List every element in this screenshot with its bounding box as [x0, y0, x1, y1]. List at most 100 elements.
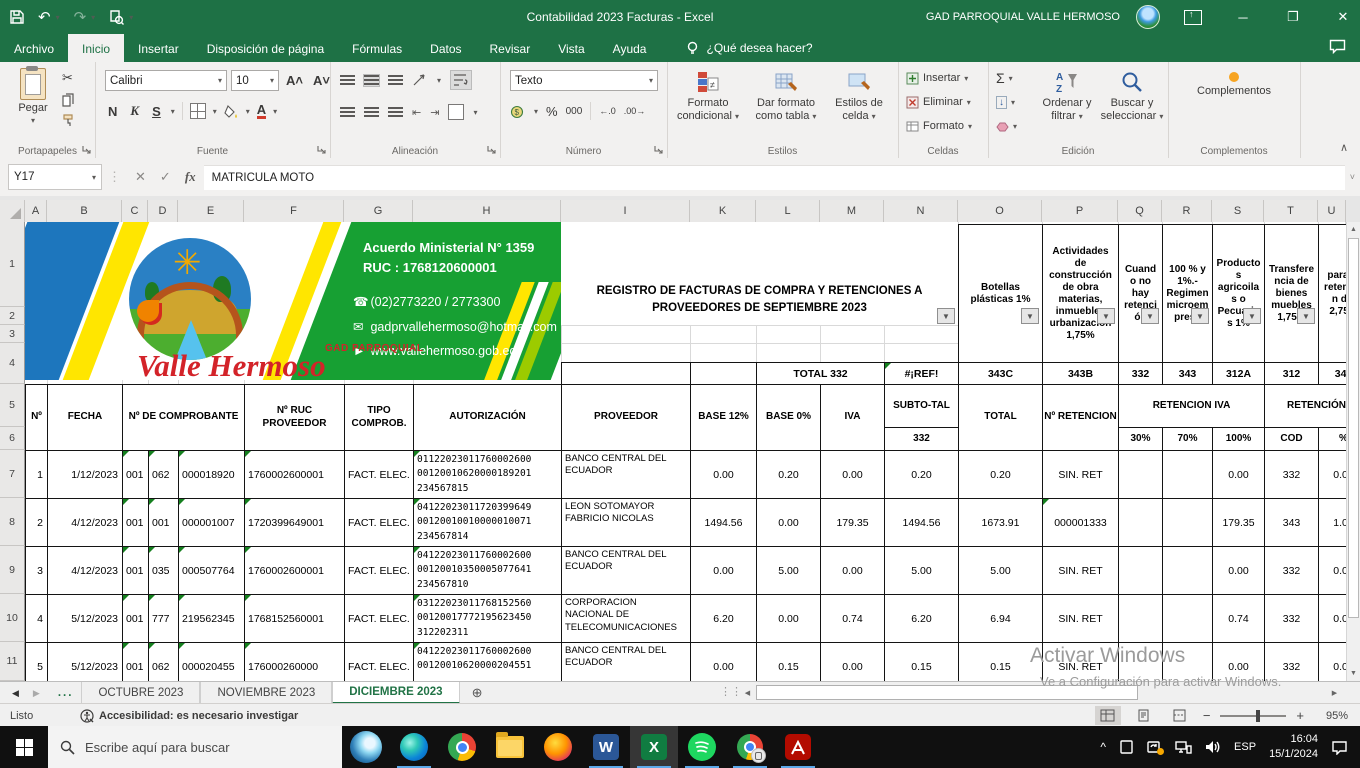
ribbon-tab-insertar[interactable]: Insertar [124, 34, 193, 62]
cell-O7[interactable]: 0.20 [958, 450, 1043, 499]
insert-function-icon[interactable]: fx [185, 169, 196, 185]
accounting-format-icon[interactable]: $ [510, 104, 526, 119]
cell-C11[interactable]: 001 [122, 642, 149, 681]
cell-F8[interactable]: 1720399649001 [244, 498, 345, 547]
align-top-icon[interactable] [340, 75, 355, 86]
cell-S11[interactable]: 0.00 [1212, 642, 1265, 681]
cell-M8[interactable]: 179.35 [820, 498, 885, 547]
new-sheet-button[interactable]: ⊕ [460, 682, 495, 704]
cell-O9[interactable]: 5.00 [958, 546, 1043, 595]
clock[interactable]: 16:04 15/1/2024 [1269, 732, 1318, 762]
cell-R7[interactable] [1162, 450, 1213, 499]
cell-E10[interactable]: 219562345 [178, 594, 245, 643]
cell-code-S4[interactable]: 312A [1212, 362, 1265, 385]
row-header-2[interactable]: 2 [0, 307, 25, 325]
column-header-C[interactable]: C [122, 200, 148, 222]
row-header-9[interactable]: 9 [0, 546, 25, 594]
cell-E7[interactable]: 000018920 [178, 450, 245, 499]
tab-splitter[interactable]: ⋮⋮ [720, 685, 742, 698]
cell-S8[interactable]: 179.35 [1212, 498, 1265, 547]
zoom-out-icon[interactable]: − [1203, 708, 1211, 723]
autosum-button[interactable]: Σ▾ [996, 68, 1013, 88]
cell-E8[interactable]: 000001007 [178, 498, 245, 547]
format-cells-button[interactable]: Formato▾ [906, 116, 972, 136]
cell-Q10[interactable] [1118, 594, 1163, 643]
vertical-scroll-thumb[interactable] [1348, 238, 1359, 618]
cell-K9[interactable]: 0.00 [690, 546, 757, 595]
redo-button[interactable]: ↷ [74, 8, 87, 26]
cell-U8[interactable]: 1.00 [1318, 498, 1346, 547]
cell-C9[interactable]: 001 [122, 546, 149, 595]
cell-C7[interactable]: 001 [122, 450, 149, 499]
column-header-I[interactable]: I [561, 200, 690, 222]
cell-B10[interactable]: 5/12/2023 [47, 594, 123, 643]
italic-button[interactable]: K [127, 103, 142, 119]
column-header-S[interactable]: S [1212, 200, 1264, 222]
borders-icon[interactable] [190, 103, 206, 119]
next-sheet-icon[interactable]: ▶ [33, 688, 40, 699]
find-select-button[interactable]: Buscar y seleccionar ▾ [1100, 70, 1164, 122]
taskbar-search[interactable]: Escribe aquí para buscar [48, 726, 342, 768]
cell-S10[interactable]: 0.74 [1212, 594, 1265, 643]
prev-sheet-icon[interactable]: ◀ [12, 688, 19, 699]
decrease-indent-icon[interactable]: ⇤ [412, 106, 421, 119]
cell-H8[interactable]: 04122023011720399649 0012001001000001007… [413, 498, 562, 547]
conditional-formatting-button[interactable]: ≠ Formato condicional ▾ [673, 70, 743, 122]
cell-L8[interactable]: 0.00 [756, 498, 821, 547]
autofilter-icon-R[interactable]: ▼ [1191, 308, 1209, 324]
cell-K8[interactable]: 1494.56 [690, 498, 757, 547]
ribbon-tab-revisar[interactable]: Revisar [476, 34, 545, 62]
ribbon-tab-vista[interactable]: Vista [544, 34, 598, 62]
align-middle-icon[interactable] [364, 75, 379, 86]
column-header-B[interactable]: B [47, 200, 122, 222]
qat-customize-icon[interactable]: ▾ [129, 13, 133, 22]
cell-code-R4[interactable]: 343 [1162, 362, 1213, 385]
sheet-tab-noviembre-2023[interactable]: NOVIEMBRE 2023 [200, 682, 332, 704]
increase-indent-icon[interactable]: ⇥ [430, 106, 439, 119]
redo-dropdown-icon[interactable]: ▾ [91, 13, 95, 22]
account-name[interactable]: GAD PARROQUIAL VALLE HERMOSO [926, 11, 1120, 23]
cell-A9[interactable]: 3 [25, 546, 48, 595]
cell-Q7[interactable] [1118, 450, 1163, 499]
format-painter-button[interactable] [62, 114, 75, 127]
name-box[interactable]: Y17▾ [8, 164, 102, 190]
merge-center-dropdown-icon[interactable]: ▾ [473, 108, 477, 117]
cell-code-U4[interactable]: 343 [1318, 362, 1346, 385]
cell-Q11[interactable] [1118, 642, 1163, 681]
cell-O8[interactable]: 1673.91 [958, 498, 1043, 547]
cell-N9[interactable]: 5.00 [884, 546, 959, 595]
row-header-3[interactable]: 3 [0, 325, 25, 343]
cancel-entry-icon[interactable]: ✕ [135, 169, 146, 185]
cell-D8[interactable]: 001 [148, 498, 179, 547]
scroll-left-icon[interactable]: ◀ [740, 684, 755, 701]
cell-T7[interactable]: 332 [1264, 450, 1319, 499]
cell-A10[interactable]: 4 [25, 594, 48, 643]
sheet-tab-diciembre-2023[interactable]: DICIEMBRE 2023 [332, 682, 459, 704]
cell-K10[interactable]: 6.20 [690, 594, 757, 643]
cell-K7[interactable]: 0.00 [690, 450, 757, 499]
tray-tablet-icon[interactable] [1119, 740, 1134, 754]
autofilter-icon-S[interactable]: ▼ [1243, 308, 1261, 324]
increase-font-icon[interactable]: A˄ [283, 73, 306, 88]
cell-D9[interactable]: 035 [148, 546, 179, 595]
font-color-icon[interactable]: A [257, 103, 266, 119]
cell-I11[interactable]: BANCO CENTRAL DEL ECUADOR [561, 642, 691, 681]
column-header-T[interactable]: T [1264, 200, 1318, 222]
scroll-down-icon[interactable]: ▼ [1347, 666, 1360, 681]
cell-L9[interactable]: 5.00 [756, 546, 821, 595]
cell-E9[interactable]: 000507764 [178, 546, 245, 595]
cell-C10[interactable]: 001 [122, 594, 149, 643]
cell-I7[interactable]: BANCO CENTRAL DEL ECUADOR [561, 450, 691, 499]
bold-button[interactable]: N [105, 104, 120, 119]
cut-button[interactable]: ✂ [62, 70, 75, 86]
paste-button[interactable]: Pegar▾ [10, 68, 56, 140]
wrap-text-icon[interactable] [450, 70, 472, 90]
autofilter-icon-O[interactable]: ▼ [1021, 308, 1039, 324]
cell-ref-error[interactable]: #¡REF! [884, 362, 959, 385]
cell-K11[interactable]: 0.00 [690, 642, 757, 681]
cell-N7[interactable]: 0.20 [884, 450, 959, 499]
row-header-8[interactable]: 8 [0, 498, 25, 546]
autofilter-icon-P[interactable]: ▼ [1097, 308, 1115, 324]
cell-I10[interactable]: CORPORACION NACIONAL DE TELECOMUNICACION… [561, 594, 691, 643]
ribbon-display-options-icon[interactable] [1184, 10, 1202, 25]
